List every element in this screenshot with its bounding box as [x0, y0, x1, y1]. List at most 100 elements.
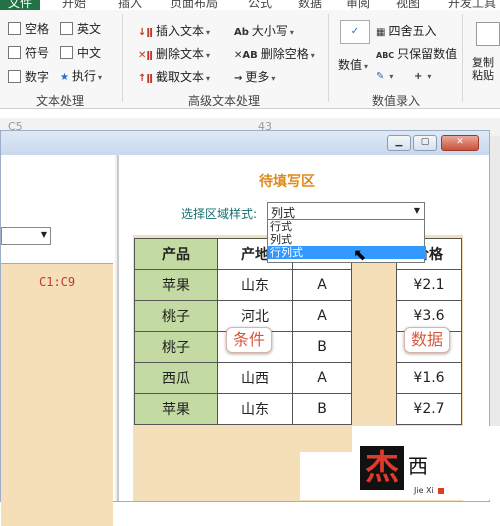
style-label: 选择区域样式:: [181, 207, 258, 221]
execute-button[interactable]: ★ 执行 ▾: [60, 67, 102, 84]
cell-grade[interactable]: A: [292, 300, 352, 332]
delete-text-button[interactable]: ✕ǁ 删除文本 ▾: [138, 45, 210, 62]
round-icon: ▦: [376, 27, 386, 38]
group-label-text-processing: 文本处理: [36, 94, 85, 108]
tab-file[interactable]: 文件: [0, 0, 40, 10]
execute-label: 执行: [71, 69, 96, 83]
numeric-label: 数值: [338, 58, 363, 72]
cell-origin[interactable]: 山西: [217, 362, 293, 394]
group-label-advanced-text: 高级文本处理: [188, 94, 261, 108]
target-title: 待填写区: [259, 174, 315, 190]
star-icon: ★: [60, 72, 69, 83]
table-row: ¥1.6: [396, 362, 462, 394]
mouse-pointer-icon: ⬉: [353, 245, 367, 264]
delete-space-icon: ✕AB: [234, 50, 258, 61]
edit-button[interactable]: ✎ ▾: [376, 68, 393, 82]
chevron-down-icon: ▼: [413, 206, 420, 215]
checkbox-icon: [8, 70, 21, 83]
abc-icon: ABC: [376, 51, 395, 60]
cell-product[interactable]: 苹果: [134, 269, 218, 301]
cell-product[interactable]: 桃子: [134, 300, 218, 332]
check-symbol[interactable]: 符号: [8, 44, 49, 61]
keep-values-button[interactable]: ABC 只保留数值: [376, 45, 457, 62]
style-option-row-column[interactable]: 行列式: [268, 246, 426, 259]
ribbon: 空格 英文 符号 中文 数字 ★ 执行 ▾ 文本处理 ↓ǁ 插入文本 ▾ ✕ǁ 删除文本 ▾…: [0, 10, 500, 109]
source-area: [1, 263, 113, 526]
chevron-down-icon: ▾: [205, 51, 210, 60]
chevron-down-icon: ▼: [40, 230, 47, 239]
chevron-down-icon: ▾: [364, 62, 369, 71]
truncate-text-icon: ↑ǁ: [138, 73, 153, 84]
case-icon: Ab: [234, 27, 249, 38]
edit-icon: ✎: [376, 71, 385, 82]
style-dropdown-list: 行式 列式 行列式: [267, 219, 426, 263]
truncate-text-button[interactable]: ↑ǁ 截取文本 ▾: [138, 68, 210, 85]
case-button[interactable]: Ab 大小写 ▾: [234, 22, 294, 39]
cell-product[interactable]: 桃子: [134, 331, 218, 363]
delete-text-label: 删除文本: [155, 47, 204, 61]
data-badge: 数据: [404, 327, 451, 353]
logo-dot: [438, 488, 444, 494]
cell-grade[interactable]: A: [292, 269, 352, 301]
source-pane: ▼ C1:C9: [1, 155, 115, 526]
cell-product[interactable]: 西瓜: [134, 362, 218, 394]
cell-origin[interactable]: 山东: [217, 393, 293, 425]
minimize-button[interactable]: ▁: [387, 135, 411, 151]
check-space-label: 空格: [25, 22, 50, 36]
delete-text-icon: ✕ǁ: [138, 50, 153, 61]
chevron-down-icon: ▾: [97, 73, 102, 82]
logo-mark: 杰: [360, 446, 404, 490]
cell-product[interactable]: 苹果: [134, 393, 218, 425]
group-separator: [328, 14, 329, 102]
cell-grade[interactable]: A: [292, 362, 352, 394]
more-button[interactable]: → 更多 ▾: [234, 68, 275, 85]
chevron-down-icon: ▾: [271, 74, 276, 83]
checkbox-icon: [60, 22, 73, 35]
table-row: ¥2.7: [396, 393, 462, 425]
cell-grade[interactable]: B: [292, 331, 352, 363]
style-option-row[interactable]: 行式: [268, 220, 426, 233]
group-separator: [122, 14, 123, 102]
style-option-column[interactable]: 列式: [268, 233, 426, 246]
style-select[interactable]: 列式 ▼: [267, 202, 425, 220]
chevron-down-icon: ▾: [427, 72, 432, 81]
source-range-text: C1:C9: [39, 275, 76, 289]
delete-space-label: 删除空格: [260, 47, 309, 61]
numeric-button[interactable]: 数值 ▾: [338, 56, 368, 73]
check-english[interactable]: 英文: [60, 20, 101, 37]
dialog-titlebar[interactable]: ▁ ▢ ✕: [1, 131, 489, 155]
chevron-down-icon: ▾: [205, 28, 210, 37]
logo-subtext: Jie Xi: [414, 486, 434, 495]
group-separator: [462, 14, 463, 102]
cell-grade[interactable]: B: [292, 393, 352, 425]
numeric-icon: ✓: [340, 20, 370, 44]
check-space[interactable]: 空格: [8, 20, 49, 37]
check-number-label: 数字: [25, 70, 50, 84]
truncate-text-label: 截取文本: [155, 70, 204, 84]
cell-price[interactable]: ¥2.1: [396, 269, 462, 301]
add-button[interactable]: + ▾: [414, 68, 431, 82]
copy-paste-button[interactable]: 复制粘贴: [472, 56, 500, 82]
insert-text-button[interactable]: ↓ǁ 插入文本 ▾: [138, 22, 210, 39]
maximize-button[interactable]: ▢: [413, 135, 437, 151]
cell-price[interactable]: ¥2.7: [396, 393, 462, 425]
cell-price[interactable]: ¥1.6: [396, 362, 462, 394]
condition-badge: 条件: [226, 327, 273, 353]
cell-origin[interactable]: 山东: [217, 269, 293, 301]
more-icon: →: [234, 73, 243, 84]
check-symbol-label: 符号: [25, 46, 50, 60]
table-row: 西瓜 山西 A: [134, 362, 352, 394]
group-label-numeric-entry: 数值录入: [372, 94, 421, 108]
source-style-select[interactable]: ▼: [1, 227, 51, 245]
round-label: 四舍五入: [388, 24, 437, 38]
round-button[interactable]: ▦ 四舍五入: [376, 22, 436, 39]
insert-text-icon: ↓ǁ: [138, 27, 153, 38]
close-button[interactable]: ✕: [441, 135, 479, 151]
chevron-down-icon: ▾: [289, 28, 294, 37]
check-number[interactable]: 数字: [8, 68, 49, 85]
delete-space-button[interactable]: ✕AB 删除空格 ▾: [234, 45, 315, 62]
check-chinese[interactable]: 中文: [60, 44, 101, 61]
chevron-down-icon: ▾: [205, 74, 210, 83]
logo-text: 西: [408, 454, 428, 478]
check-chinese-label: 中文: [77, 46, 102, 60]
